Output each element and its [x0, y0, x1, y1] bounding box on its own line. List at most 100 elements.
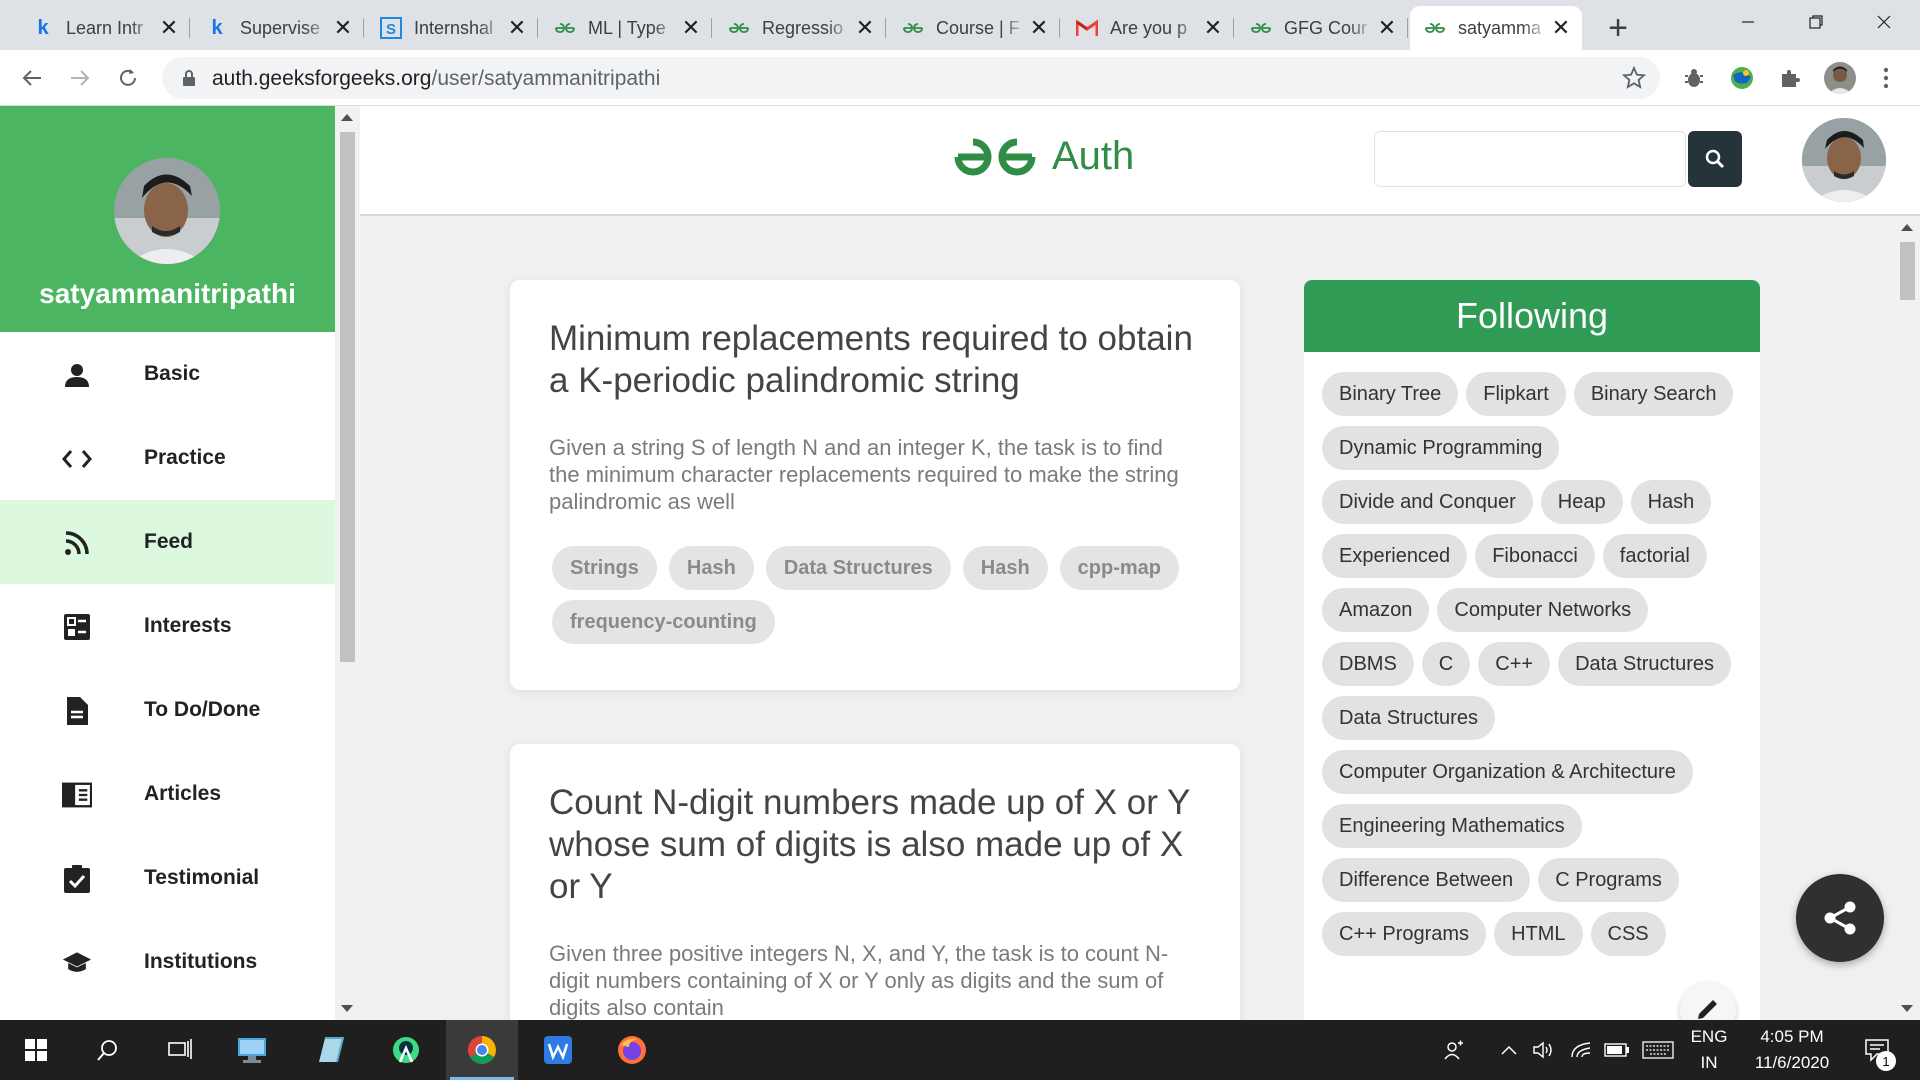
gfg-logo[interactable]: Auth: [952, 134, 1134, 179]
taskbar-app-android-studio[interactable]: [370, 1020, 442, 1080]
keyboard-icon[interactable]: [1638, 1020, 1678, 1080]
close-icon[interactable]: ✕: [680, 15, 702, 40]
following-tag[interactable]: Flipkart: [1466, 372, 1566, 416]
following-tag[interactable]: Data Structures: [1322, 696, 1495, 740]
following-tag[interactable]: CSS: [1590, 912, 1666, 956]
following-tag[interactable]: Fibonacci: [1475, 534, 1595, 578]
following-tag[interactable]: Data Structures: [1558, 642, 1732, 686]
close-icon[interactable]: ✕: [1376, 15, 1398, 40]
feed-card[interactable]: Count N-digit numbers made up of X or Y …: [510, 744, 1240, 1020]
extension-globe-icon[interactable]: [1728, 64, 1756, 92]
taskbar-app-notes[interactable]: [294, 1020, 366, 1080]
taskbar-app-desktop[interactable]: [216, 1020, 288, 1080]
tag-chip[interactable]: Data Structures: [765, 546, 951, 590]
sidebar-scrollbar[interactable]: [335, 106, 360, 1020]
sidebar-item-todo[interactable]: To Do/Done: [0, 668, 335, 752]
forward-button[interactable]: [62, 60, 98, 96]
following-tag[interactable]: C++ Programs: [1322, 912, 1487, 956]
browser-tab[interactable]: k Supervise ✕: [192, 6, 364, 50]
browser-tab[interactable]: ML | Type ✕: [540, 6, 712, 50]
tag-chip[interactable]: cpp-map: [1059, 546, 1179, 590]
search-input[interactable]: [1374, 131, 1686, 187]
back-button[interactable]: [14, 60, 50, 96]
following-tag[interactable]: Divide and Conquer: [1322, 480, 1533, 524]
extensions-puzzle-icon[interactable]: [1776, 64, 1804, 92]
following-tag[interactable]: Experienced: [1322, 534, 1468, 578]
bookmark-star-icon[interactable]: [1621, 65, 1647, 95]
feed-card-title[interactable]: Count N-digit numbers made up of X or Y …: [549, 782, 1209, 908]
browser-tab[interactable]: S Internshal ✕: [366, 6, 538, 50]
feed-card[interactable]: Minimum replacements required to obtain …: [510, 280, 1240, 690]
sidebar-item-feed[interactable]: Feed: [0, 500, 335, 584]
following-tag[interactable]: Dynamic Programming: [1322, 426, 1560, 470]
sidebar-item-basic[interactable]: Basic: [0, 332, 335, 416]
following-tag[interactable]: Hash: [1630, 480, 1712, 524]
taskbar-app-chrome[interactable]: [446, 1020, 518, 1080]
following-tag[interactable]: C: [1421, 642, 1471, 686]
scrollbar-thumb[interactable]: [1900, 242, 1915, 300]
tag-chip[interactable]: Hash: [962, 546, 1048, 590]
feed-card-title[interactable]: Minimum replacements required to obtain …: [549, 318, 1209, 402]
following-tag[interactable]: Difference Between: [1322, 858, 1531, 902]
new-tab-button[interactable]: +: [1600, 9, 1636, 47]
browser-tab[interactable]: Are you p ✕: [1062, 6, 1234, 50]
minimize-button[interactable]: [1714, 0, 1782, 44]
following-tag[interactable]: factorial: [1602, 534, 1707, 578]
sidebar-item-articles[interactable]: Articles: [0, 752, 335, 836]
reload-button[interactable]: [110, 60, 146, 96]
browser-tab[interactable]: GFG Cour ✕: [1236, 6, 1408, 50]
browser-tab[interactable]: Course | F ✕: [888, 6, 1060, 50]
taskbar-app-wps[interactable]: [522, 1020, 594, 1080]
browser-tab[interactable]: Regressio ✕: [714, 6, 886, 50]
scrollbar-thumb[interactable]: [340, 132, 355, 662]
following-tag[interactable]: C++: [1478, 642, 1551, 686]
extension-bug-icon[interactable]: [1680, 64, 1708, 92]
sidebar-item-testimonial[interactable]: Testimonial: [0, 836, 335, 920]
close-icon[interactable]: ✕: [332, 15, 354, 40]
following-tag[interactable]: Binary Tree: [1322, 372, 1459, 416]
notification-center-button[interactable]: 1: [1852, 1020, 1902, 1080]
address-bar[interactable]: auth.geeksforgeeks.org/user/satyammanitr…: [162, 57, 1660, 99]
close-window-button[interactable]: [1850, 0, 1918, 44]
following-tag[interactable]: Amazon: [1322, 588, 1430, 632]
close-icon[interactable]: ✕: [854, 15, 876, 40]
search-button[interactable]: [1688, 131, 1742, 187]
close-icon[interactable]: ✕: [1028, 15, 1050, 40]
restore-button[interactable]: [1782, 0, 1850, 44]
following-tag[interactable]: Binary Search: [1573, 372, 1734, 416]
start-button[interactable]: [0, 1020, 72, 1080]
taskbar-app-firefox[interactable]: [596, 1020, 668, 1080]
following-tag[interactable]: C Programs: [1538, 858, 1679, 902]
tag-chip[interactable]: Hash: [668, 546, 754, 590]
close-icon[interactable]: ✕: [506, 15, 528, 40]
sidebar-item-practice[interactable]: Practice: [0, 416, 335, 500]
close-icon[interactable]: ✕: [158, 15, 180, 40]
following-tag[interactable]: Computer Organization & Architecture: [1322, 750, 1693, 794]
taskbar-search-button[interactable]: [72, 1020, 144, 1080]
wifi-icon[interactable]: [1566, 1020, 1596, 1080]
language-indicator[interactable]: ENG IN: [1684, 1020, 1734, 1080]
browser-tab-active[interactable]: satyamma ✕: [1410, 6, 1582, 50]
following-tag[interactable]: DBMS: [1322, 642, 1414, 686]
close-icon[interactable]: ✕: [1550, 15, 1572, 40]
user-avatar[interactable]: [1802, 118, 1886, 202]
browser-profile-avatar[interactable]: [1824, 62, 1856, 94]
chevron-up-icon[interactable]: [1494, 1020, 1524, 1080]
browser-tab[interactable]: k Learn Intr ✕: [18, 6, 190, 50]
share-button[interactable]: [1796, 874, 1884, 962]
task-view-button[interactable]: [144, 1020, 216, 1080]
following-tag[interactable]: Computer Networks: [1437, 588, 1649, 632]
sidebar-item-institutions[interactable]: Institutions: [0, 920, 335, 1004]
battery-icon[interactable]: [1600, 1020, 1634, 1080]
people-icon[interactable]: [1434, 1020, 1474, 1080]
tag-chip[interactable]: Strings: [552, 546, 657, 590]
following-tag[interactable]: HTML: [1494, 912, 1583, 956]
page-scrollbar[interactable]: [1895, 216, 1920, 1020]
kebab-menu-icon[interactable]: [1872, 64, 1900, 92]
following-tag[interactable]: Heap: [1540, 480, 1623, 524]
tag-chip[interactable]: frequency-counting: [552, 600, 775, 644]
volume-icon[interactable]: [1528, 1020, 1558, 1080]
clock[interactable]: 4:05 PM 11/6/2020: [1742, 1020, 1842, 1080]
following-tag[interactable]: Engineering Mathematics: [1322, 804, 1582, 848]
sidebar-item-interests[interactable]: Interests: [0, 584, 335, 668]
